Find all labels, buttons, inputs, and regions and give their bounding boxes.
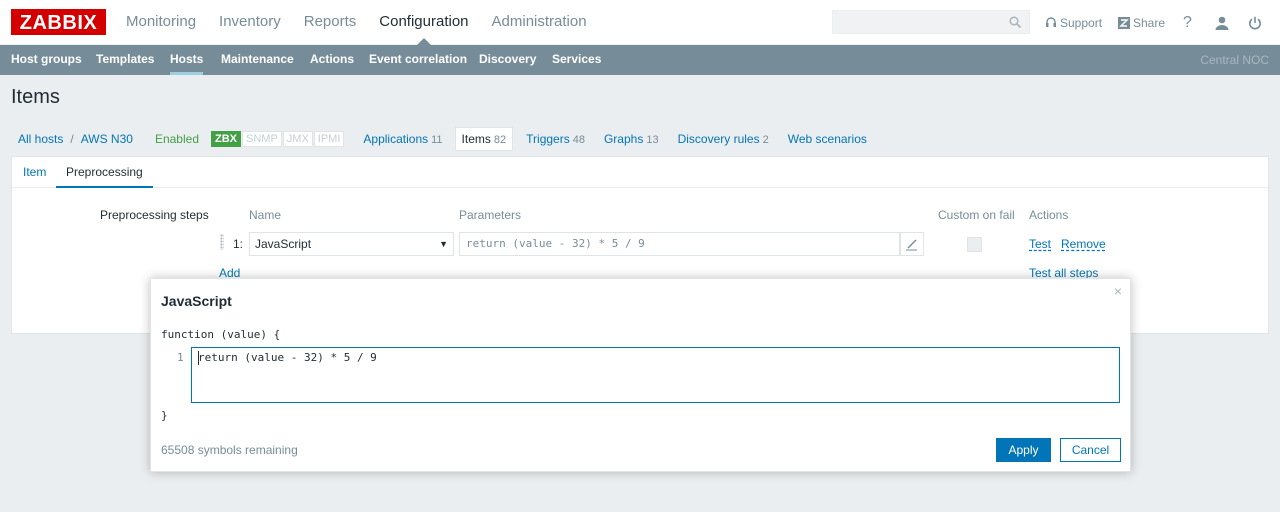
host-status[interactable]: Enabled	[155, 132, 199, 146]
pencil-icon	[906, 239, 917, 251]
top-bar: ZABBIX Monitoring Inventory Reports Conf…	[0, 0, 1280, 45]
support-link[interactable]: Support	[1045, 0, 1102, 45]
function-footer: }	[161, 409, 168, 422]
col-custom-on-fail-header: Custom on fail	[938, 208, 1015, 222]
tab-triggers[interactable]: Triggers 48	[526, 132, 585, 146]
share-link[interactable]: Share	[1118, 0, 1165, 45]
col-name-header: Name	[249, 208, 282, 222]
subnav-host-groups[interactable]: Host groups	[11, 45, 82, 75]
search-input[interactable]	[832, 10, 1030, 34]
triggers-label: Triggers	[526, 131, 570, 146]
availability-badges: ZBX SNMP JMX IPMI	[211, 130, 345, 147]
dialog-title: JavaScript	[161, 293, 232, 309]
items-count: 82	[493, 133, 507, 146]
page-title: Items	[11, 86, 60, 108]
preprocessing-steps-label: Preprocessing steps	[100, 208, 209, 222]
graphs-label: Graphs	[603, 131, 644, 146]
subnav-hosts[interactable]: Hosts	[170, 45, 204, 75]
user-icon[interactable]	[1214, 0, 1230, 45]
server-name: Central NOC	[1200, 53, 1269, 67]
script-code: return (value - 32) * 5 / 9	[198, 351, 377, 364]
breadcrumb-host[interactable]: AWS N30	[81, 132, 133, 146]
tab-items[interactable]: Items 82	[454, 126, 514, 151]
javascript-dialog: JavaScript × function (value) { 1 return…	[150, 278, 1131, 472]
tab-discovery-rules[interactable]: Discovery rules 2	[678, 132, 769, 146]
function-header: function (value) {	[161, 328, 281, 341]
sign-out-icon[interactable]	[1248, 0, 1262, 45]
test-link[interactable]: Test	[1029, 237, 1051, 251]
applications-count: 11	[431, 133, 443, 146]
col-parameters-header: Parameters	[459, 208, 522, 222]
power-icon	[1249, 16, 1261, 29]
main-nav: Monitoring Inventory Reports Configurati…	[126, 0, 610, 45]
nav-inventory[interactable]: Inventory	[219, 0, 281, 45]
tab-preprocessing[interactable]: Preprocessing	[56, 157, 153, 188]
nav-reports[interactable]: Reports	[304, 0, 357, 45]
items-label: Items	[461, 131, 491, 146]
tab-web-scenarios[interactable]: Web scenarios	[788, 132, 867, 146]
support-label: Support	[1060, 15, 1103, 30]
zabbix-logo[interactable]: ZABBIX	[11, 9, 106, 35]
badge-zbx: ZBX	[211, 130, 241, 147]
triggers-count: 48	[572, 133, 585, 146]
discovery-count: 2	[762, 133, 769, 146]
custom-on-fail-checkbox[interactable]	[967, 237, 982, 252]
subnav-actions[interactable]: Actions	[310, 45, 354, 75]
breadcrumb: All hosts / AWS N30 Enabled ZBX SNMP JMX…	[18, 126, 867, 151]
share-icon	[1118, 16, 1130, 29]
text-caret	[198, 351, 199, 365]
step-type-select[interactable]: JavaScript ▼	[249, 232, 454, 256]
nav-monitoring[interactable]: Monitoring	[126, 0, 196, 45]
dropdown-arrow-icon: ▼	[439, 239, 448, 249]
subnav-templates[interactable]: Templates	[96, 45, 154, 75]
graphs-count: 13	[646, 133, 659, 146]
cancel-button[interactable]: Cancel	[1060, 438, 1121, 462]
discovery-label: Discovery rules	[677, 131, 760, 146]
drag-handle-icon[interactable]	[220, 234, 224, 250]
breadcrumb-all-hosts[interactable]: All hosts	[18, 132, 63, 146]
search-icon[interactable]	[1009, 16, 1021, 28]
tab-applications[interactable]: Applications 11	[363, 132, 442, 146]
share-label: Share	[1133, 15, 1166, 30]
tab-item[interactable]: Item	[23, 157, 46, 188]
step-parameter-field[interactable]: return (value - 32) * 5 / 9	[459, 232, 900, 256]
sub-nav: Host groups Templates Hosts Maintenance …	[0, 45, 1280, 75]
subnav-services[interactable]: Services	[552, 45, 601, 75]
breadcrumb-separator: /	[70, 131, 74, 146]
subnav-discovery[interactable]: Discovery	[479, 45, 536, 75]
remove-link[interactable]: Remove	[1061, 237, 1106, 251]
apply-button[interactable]: Apply	[996, 438, 1051, 462]
edit-script-button[interactable]	[900, 232, 924, 256]
script-editor[interactable]: return (value - 32) * 5 / 9	[191, 347, 1120, 403]
symbols-remaining: 65508 symbols remaining	[161, 443, 298, 457]
line-number: 1	[177, 351, 184, 364]
headset-icon	[1046, 16, 1056, 27]
subnav-maintenance[interactable]: Maintenance	[221, 45, 294, 75]
applications-label: Applications	[363, 131, 429, 146]
help-icon[interactable]: ?	[1183, 0, 1192, 45]
close-icon[interactable]: ×	[1114, 283, 1122, 299]
user-profile-icon	[1215, 16, 1229, 30]
step-number: 1:	[233, 237, 244, 251]
col-actions-header: Actions	[1029, 208, 1069, 222]
badge-ipmi: IPMI	[313, 130, 345, 147]
nav-configuration[interactable]: Configuration	[379, 0, 469, 45]
step-type-value: JavaScript	[255, 237, 312, 251]
form-tabs: Item Preprocessing	[12, 157, 1268, 188]
subnav-event-correlation[interactable]: Event correlation	[369, 45, 467, 75]
badge-jmx: JMX	[282, 130, 313, 147]
nav-administration[interactable]: Administration	[492, 0, 587, 45]
tab-graphs[interactable]: Graphs 13	[604, 132, 659, 146]
badge-snmp: SNMP	[242, 130, 282, 147]
